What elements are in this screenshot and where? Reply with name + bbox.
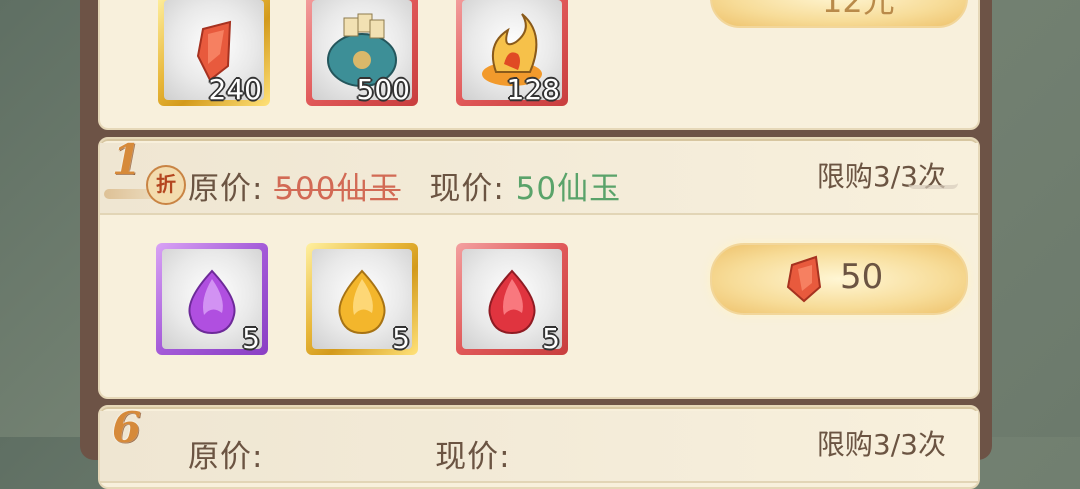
discount-number: 6 (112, 403, 142, 452)
buy-button-top[interactable]: 12元 (710, 0, 968, 28)
item-quantity: 5 (542, 322, 560, 355)
discount-char: 折 (146, 165, 186, 205)
price-label: 12元 (822, 0, 895, 20)
pack-card-next: 6 原价: 现价: 限购3/3次 (98, 403, 980, 489)
original-price-label: 原价: (188, 439, 264, 475)
pack-card-top: 240 500 128 12元 (98, 0, 980, 130)
item-slot[interactable]: 128 (456, 0, 568, 106)
pack-header: 6 原价: 现价: 限购3/3次 (100, 403, 978, 483)
item-slot[interactable]: 5 (456, 243, 568, 355)
current-price: 50仙玉 (515, 171, 622, 207)
item-slot[interactable]: 500 (306, 0, 418, 106)
current-price-label: 现价: (435, 439, 511, 475)
current-price-label: 现价: (429, 171, 505, 207)
pack-card-discount: 1 折 原价: 500仙玉 现价: 50仙玉 限购3/3次 5 5 5 50 (98, 135, 980, 399)
price-row: 原价: 500仙玉 现价: 50仙玉 (188, 163, 621, 208)
original-price-label: 原价: (188, 171, 264, 207)
jade-crystal-icon (786, 255, 822, 303)
pack-header: 1 折 原价: 500仙玉 现价: 50仙玉 限购3/3次 (100, 135, 978, 215)
item-slot[interactable]: 240 (158, 0, 270, 106)
decor-line (908, 173, 958, 189)
discount-badge: 6 (104, 403, 182, 487)
purchase-limit: 限购3/3次 (816, 428, 946, 461)
item-quantity: 500 (356, 73, 410, 106)
item-quantity: 5 (242, 322, 260, 355)
item-quantity: 240 (208, 73, 262, 106)
buy-amount: 50 (840, 257, 884, 297)
discount-number: 1 (112, 135, 142, 184)
discount-badge: 1 折 (104, 135, 194, 219)
item-slot[interactable]: 5 (306, 243, 418, 355)
item-quantity: 128 (506, 73, 560, 106)
original-price: 500仙玉 (274, 171, 401, 207)
buy-button[interactable]: 50 (710, 243, 968, 315)
price-row: 原价: 现价: (188, 431, 511, 476)
item-quantity: 5 (392, 322, 410, 355)
item-slot[interactable]: 5 (156, 243, 268, 355)
